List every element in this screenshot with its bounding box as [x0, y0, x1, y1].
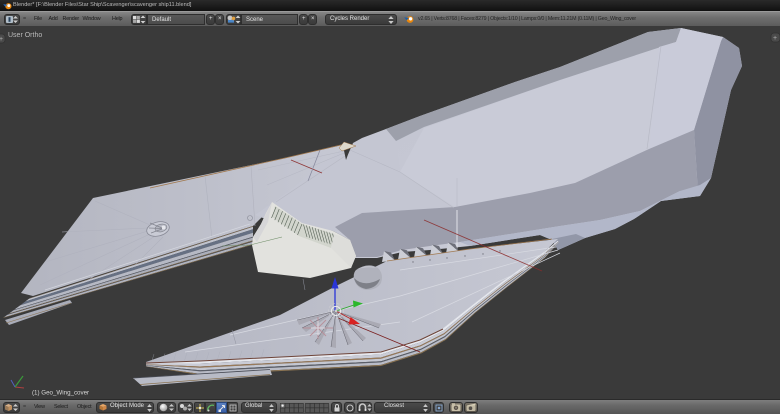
- svg-text:(1) Geo_Wing_cover: (1) Geo_Wing_cover: [32, 390, 89, 397]
- svg-text:+: +: [773, 35, 777, 42]
- svg-text:User Ortho: User Ortho: [8, 32, 42, 39]
- svg-text:+: +: [0, 36, 3, 43]
